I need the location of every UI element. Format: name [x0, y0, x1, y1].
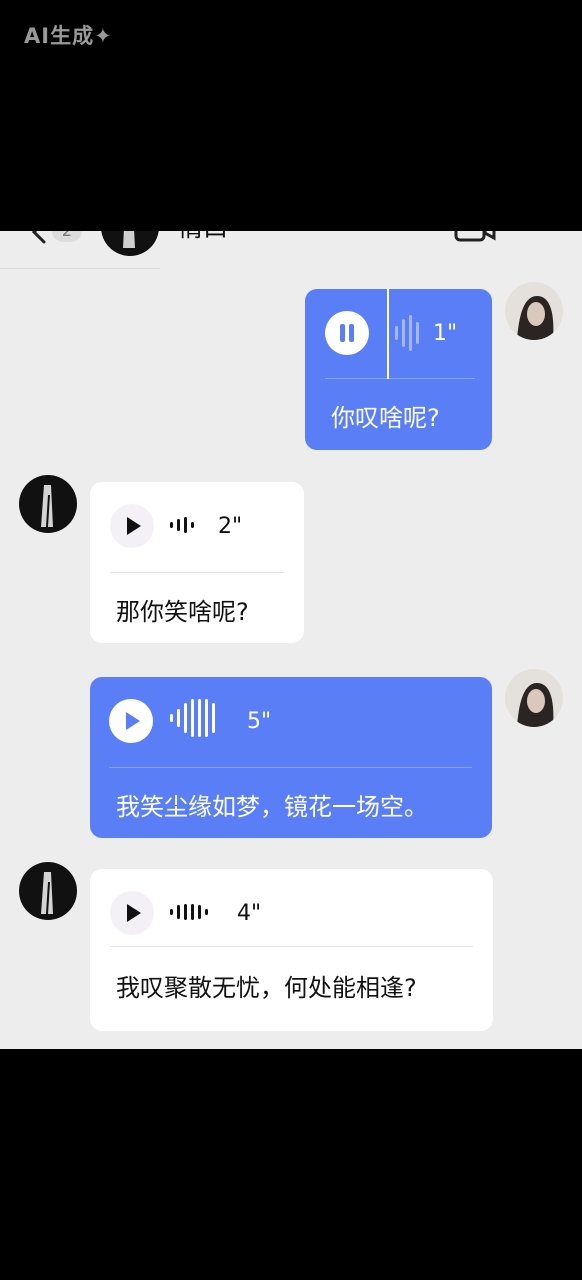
voice-transcript: 我笑尘缘如梦，镜花一场空。	[116, 793, 428, 821]
play-icon	[127, 904, 141, 922]
bubble-divider	[110, 572, 284, 573]
unread-count-badge: 2	[52, 231, 82, 242]
pause-icon	[340, 324, 354, 342]
voice-wave-icon	[395, 315, 423, 351]
more-icon[interactable]	[520, 231, 556, 232]
ai-generated-watermark: AI生成✦	[24, 24, 113, 48]
voice-message-bubble[interactable]: 4" 我叹聚散无忧，何处能相逢?	[90, 869, 493, 1031]
voice-wave-icon	[170, 699, 219, 737]
play-icon	[127, 517, 141, 535]
contact-avatar[interactable]	[101, 231, 159, 256]
voice-transcript: 你叹啥呢?	[331, 404, 440, 432]
voice-wave-icon	[170, 901, 212, 920]
header-divider	[0, 268, 160, 269]
voice-transcript: 我叹聚散无忧，何处能相逢?	[116, 974, 417, 1002]
voice-message-bubble[interactable]: 1" 你叹啥呢?	[305, 289, 492, 450]
my-avatar[interactable]	[505, 669, 563, 727]
voice-duration: 5"	[247, 709, 272, 734]
playback-position-line	[387, 289, 389, 379]
contact-avatar[interactable]	[19, 475, 77, 533]
my-avatar[interactable]	[505, 282, 563, 340]
contact-name: 情口	[178, 231, 228, 244]
play-button[interactable]	[109, 699, 153, 743]
bubble-divider	[325, 378, 475, 379]
contact-avatar[interactable]	[19, 862, 77, 920]
chat-screen: 2 情口	[0, 231, 582, 1049]
voice-message-bubble[interactable]: 5" 我笑尘缘如梦，镜花一场空。	[90, 677, 492, 838]
pause-button[interactable]	[325, 311, 369, 355]
chat-header: 2 情口	[0, 231, 582, 266]
voice-duration: 1"	[433, 321, 458, 346]
play-icon	[126, 712, 140, 730]
voice-duration: 2"	[218, 514, 243, 539]
video-call-icon[interactable]	[454, 231, 496, 244]
bubble-divider	[110, 946, 473, 947]
bottom-black-band	[0, 1049, 582, 1280]
back-icon[interactable]	[26, 231, 54, 246]
voice-transcript: 那你笑啥呢?	[116, 598, 249, 626]
top-black-band: AI生成✦	[0, 0, 582, 231]
voice-message-bubble[interactable]: 2" 那你笑啥呢?	[90, 482, 304, 643]
bubble-divider	[109, 767, 472, 768]
voice-duration: 4"	[237, 901, 262, 926]
voice-wave-icon	[170, 514, 198, 533]
play-button[interactable]	[110, 891, 154, 935]
play-button[interactable]	[110, 504, 154, 548]
